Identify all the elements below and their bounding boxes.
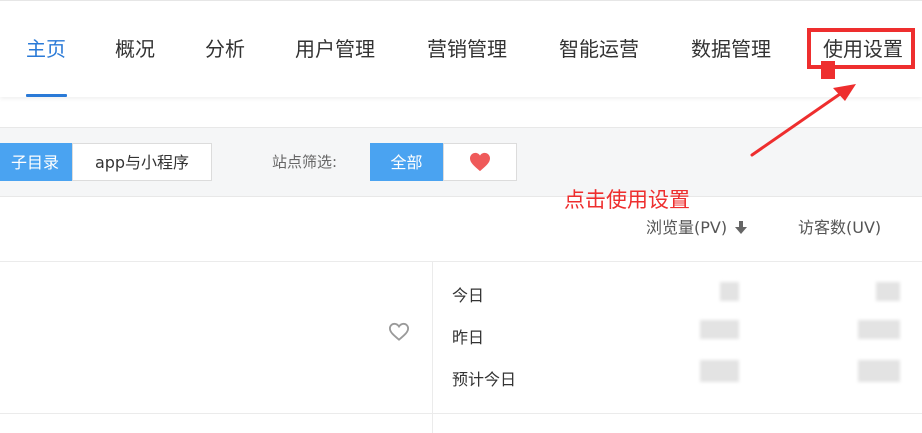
annotation-highlight-marker	[821, 61, 835, 79]
table-divider-top	[0, 261, 922, 262]
nav-item-user-management[interactable]: 用户管理	[295, 31, 375, 67]
blurred-value	[858, 360, 900, 382]
column-header-uv[interactable]: 访客数(UV)	[798, 214, 881, 238]
heart-outline-icon[interactable]	[388, 322, 410, 342]
heart-icon	[470, 152, 490, 172]
column-header-pv[interactable]: 浏览量(PV)	[646, 214, 748, 238]
filter-bar: 子目录 app与小程序 站点筛选: 全部	[0, 127, 922, 197]
blurred-value	[876, 282, 900, 301]
segment-subdirectory[interactable]: 子目录	[0, 143, 72, 181]
nav-item-marketing-management[interactable]: 营销管理	[427, 31, 507, 67]
nav-item-smart-operation[interactable]: 智能运营	[559, 31, 639, 67]
row-label-today: 今日	[452, 286, 485, 305]
nav-item-overview[interactable]: 概况	[115, 31, 155, 67]
annotation-text: 点击使用设置	[564, 188, 690, 212]
site-filter-label: 站点筛选:	[272, 153, 338, 171]
table-column-divider	[432, 262, 433, 433]
column-header-pv-label: 浏览量(PV)	[646, 218, 728, 237]
top-navigation: 主页 概况 分析 用户管理 营销管理 智能运营 数据管理 使用设置	[0, 0, 922, 97]
nav-item-data-management[interactable]: 数据管理	[691, 31, 771, 67]
active-tab-indicator	[26, 94, 67, 97]
row-label-yesterday: 昨日	[452, 328, 485, 347]
nav-item-analysis[interactable]: 分析	[205, 31, 245, 67]
segment-app-miniprogram[interactable]: app与小程序	[72, 143, 212, 181]
site-filter-all[interactable]: 全部	[370, 143, 443, 181]
blurred-value	[700, 320, 739, 339]
table-divider-bottom	[0, 413, 922, 414]
nav-item-usage-settings[interactable]: 使用设置	[823, 31, 903, 67]
blurred-value	[858, 320, 900, 339]
nav-item-home[interactable]: 主页	[26, 31, 66, 67]
blurred-value	[720, 282, 739, 301]
row-label-forecast-today: 预计今日	[452, 370, 517, 389]
blurred-value	[700, 360, 739, 382]
site-filter-heart[interactable]	[443, 143, 517, 181]
sort-down-icon	[735, 221, 748, 234]
